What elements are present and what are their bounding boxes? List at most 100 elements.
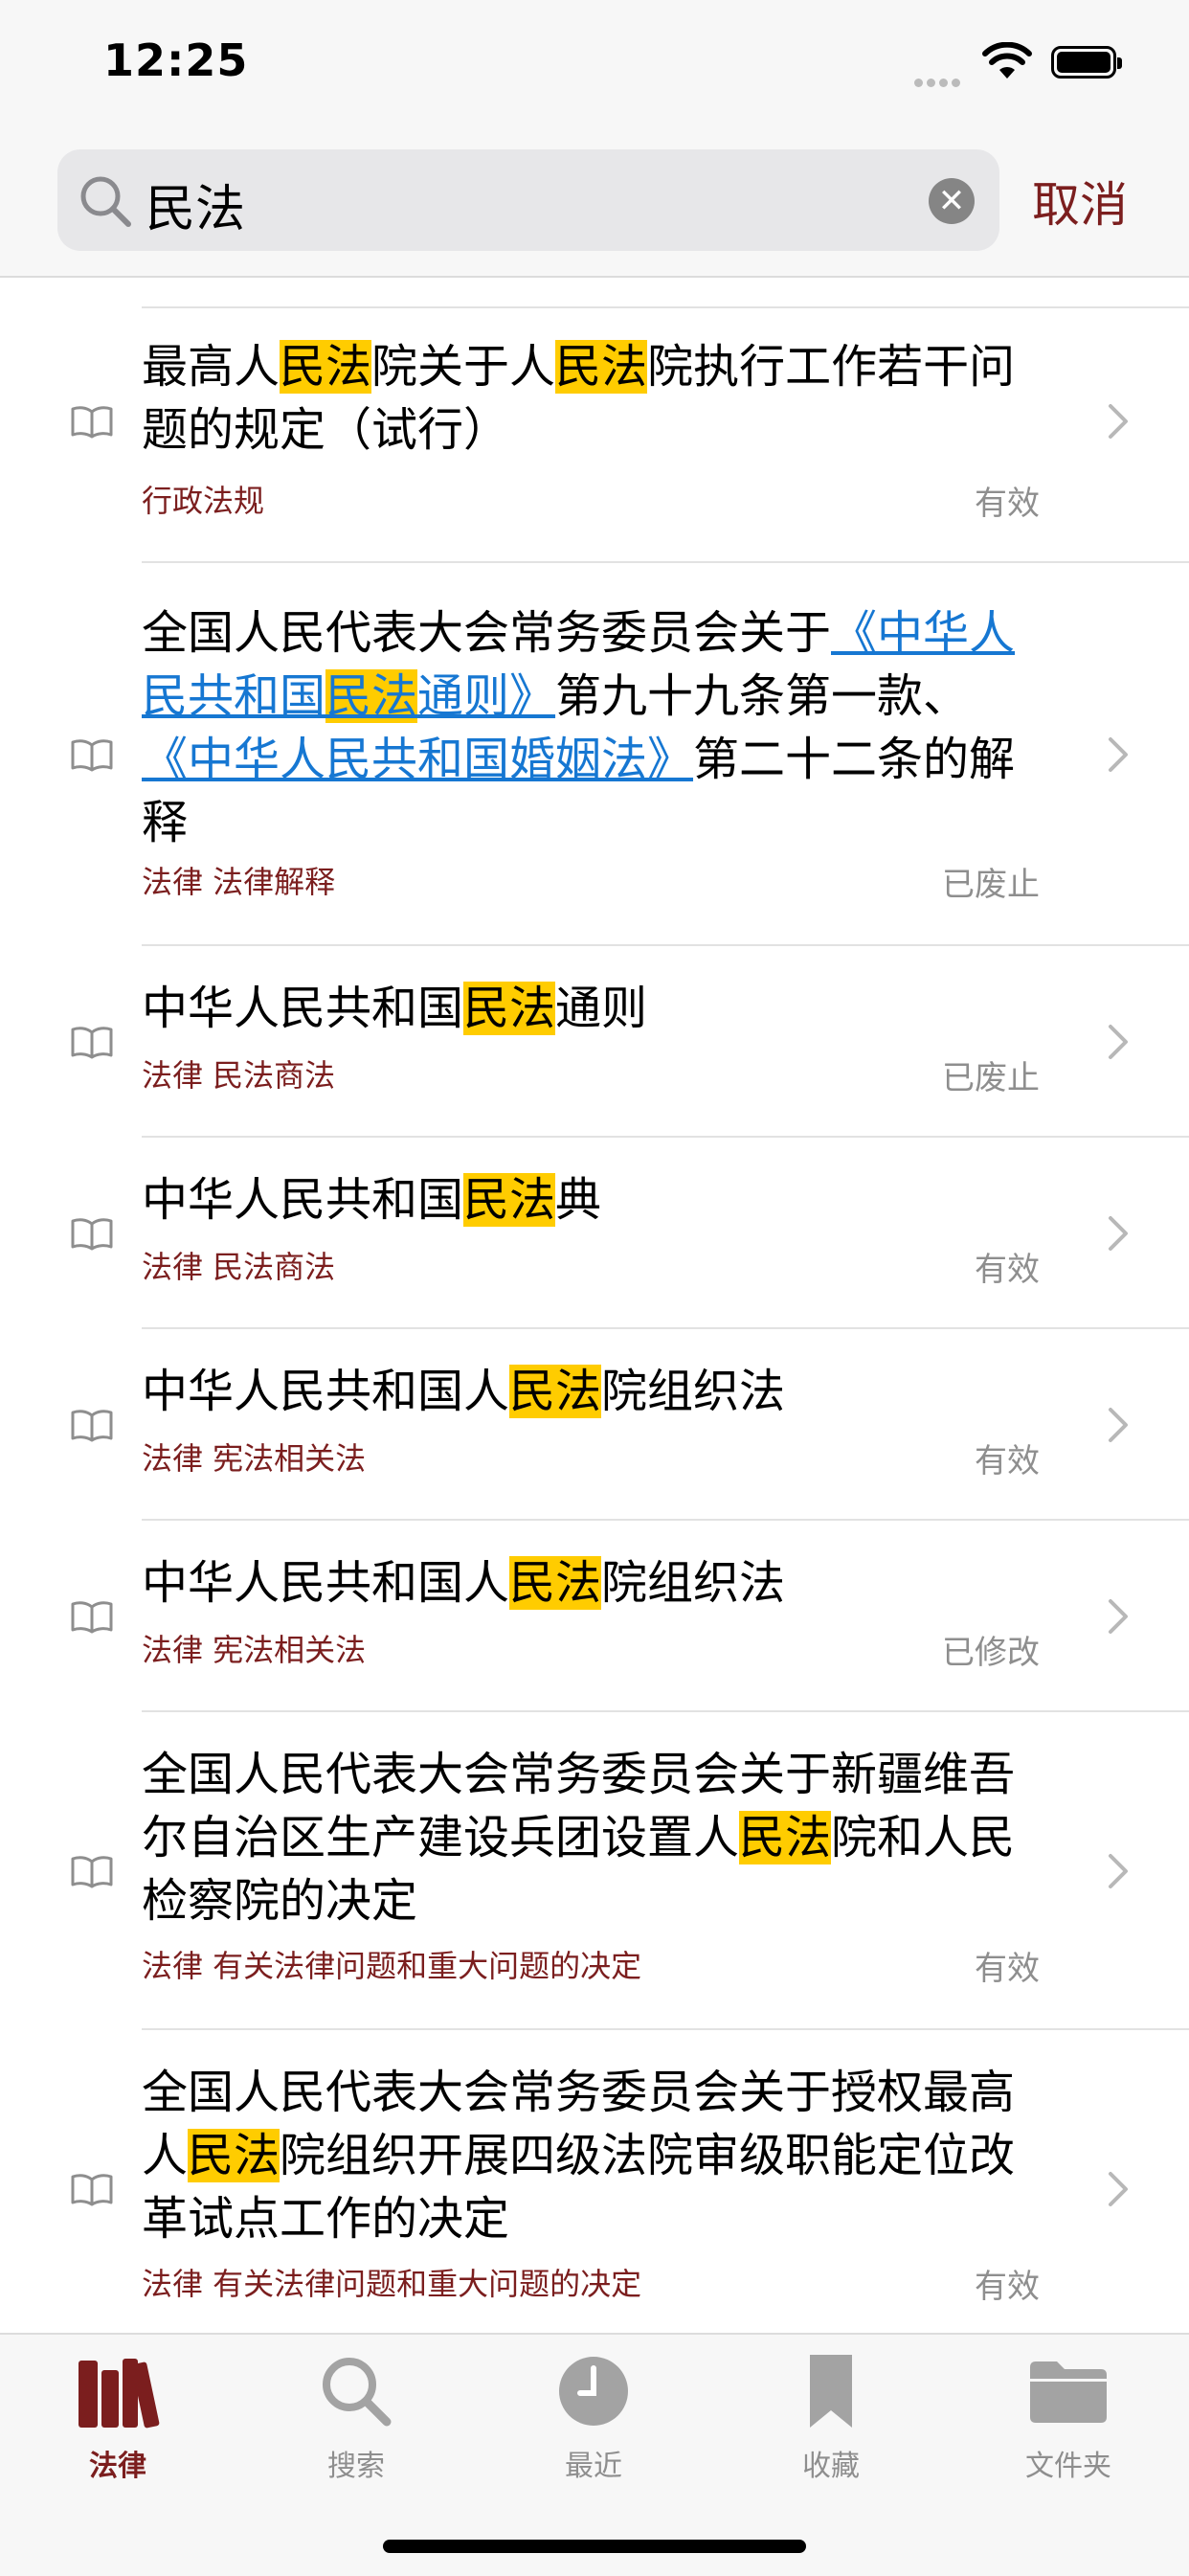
search-highlight: 民法: [280, 340, 372, 394]
clear-search-button[interactable]: ✕: [929, 178, 975, 224]
search-query: 民法: [146, 181, 246, 238]
tab-search[interactable]: 搜索: [289, 2348, 423, 2484]
chevron-right-icon: [1109, 1854, 1128, 1888]
tab-laws[interactable]: 法律: [51, 2348, 185, 2484]
title-text: 院组织法: [601, 1556, 786, 1610]
search-input[interactable]: 民法 ✕: [57, 149, 999, 251]
result-title: 最高人民法院关于人民法院执行工作若干问题的规定（试行）: [142, 335, 1038, 462]
chevron-right-icon: [1109, 737, 1128, 772]
law-link[interactable]: 通则》: [417, 669, 555, 723]
result-status: 已废止: [942, 1059, 1040, 1097]
result-status: 有效: [975, 2268, 1040, 2306]
title-text: 第九十九条第一款、: [555, 669, 970, 723]
result-status: 有效: [975, 485, 1040, 523]
tab-label: 法律: [89, 2450, 146, 2483]
title-text: 典: [555, 1173, 602, 1227]
search-highlight: 民法: [555, 340, 648, 394]
result-title: 全国人民代表大会常务委员会关于《中华人民共和国民法通则》第九十九条第一款、《中华…: [142, 601, 1038, 854]
result-row[interactable]: 全国人民代表大会常务委员会关于《中华人民共和国民法通则》第九十九条第一款、《中华…: [0, 563, 1189, 946]
results-list[interactable]: 最高人民法院关于人民法院执行工作若干问题的规定（试行） 行政法规 有效 全国人民代表大…: [0, 278, 1189, 2333]
result-row[interactable]: 全国人民代表大会常务委员会关于授权最高人民法院组织开展四级法院审级职能定位改革试…: [0, 2030, 1189, 2333]
result-status: 有效: [975, 1442, 1040, 1480]
title-text: 最高人: [142, 340, 280, 394]
cancel-button[interactable]: 取消: [1032, 167, 1128, 236]
tab-folders[interactable]: 文件夹: [1001, 2348, 1135, 2484]
status-time: 12:25: [103, 34, 249, 86]
search-bar: 民法 ✕ 取消: [0, 134, 1189, 278]
result-row[interactable]: 最高人民法院关于人民法院执行工作若干问题的规定（试行） 行政法规 有效: [0, 308, 1189, 563]
title-text: 全国人民代表大会常务委员会关于: [142, 606, 832, 660]
book-icon: [71, 1218, 113, 1251]
result-category: 法律 民法商法: [142, 1249, 336, 1285]
books-icon: [79, 2359, 160, 2429]
bookmark-icon: [810, 2355, 852, 2428]
result-status: 有效: [975, 1251, 1040, 1289]
search-highlight: 民法: [463, 982, 556, 1035]
tab-label: 搜索: [327, 2450, 385, 2483]
law-link[interactable]: 民法: [325, 669, 418, 723]
cellular-signal-icon: [914, 73, 964, 91]
result-category: 法律 有关法律问题和重大问题的决定: [142, 1948, 642, 1984]
law-link[interactable]: 《中华人民共和国婚姻法》: [142, 733, 693, 786]
result-row[interactable]: 中华人民共和国人民法院组织法法律 宪法相关法 已修改: [0, 1521, 1189, 1712]
result-title: 中华人民共和国民法通则: [142, 977, 1038, 1040]
search-highlight: 民法: [188, 2129, 280, 2182]
title-text: 院组织法: [601, 1365, 786, 1418]
tab-recent[interactable]: 最近: [527, 2348, 661, 2484]
tab-label: 收藏: [802, 2450, 860, 2483]
result-title: 中华人民共和国人民法院组织法: [142, 1551, 1038, 1615]
battery-icon: [1051, 46, 1122, 79]
search-highlight: 民法: [739, 1811, 832, 1864]
result-status: 已修改: [942, 1634, 1040, 1672]
tab-favorites[interactable]: 收藏: [764, 2348, 898, 2484]
result-title: 全国人民代表大会常务委员会关于授权最高人民法院组织开展四级法院审级职能定位改革试…: [142, 2061, 1038, 2250]
result-title: 中华人民共和国民法典: [142, 1168, 1038, 1232]
book-icon: [71, 1027, 113, 1059]
chevron-right-icon: [1109, 404, 1128, 439]
search-highlight: 民法: [509, 1556, 602, 1610]
search-highlight: 民法: [509, 1365, 602, 1418]
result-row[interactable]: 全国人民代表大会常务委员会关于新疆维吾尔自治区生产建设兵团设置人民法院和人民检察…: [0, 1712, 1189, 2030]
book-icon: [71, 406, 113, 439]
result-category: 法律 宪法相关法: [142, 1440, 367, 1477]
chevron-right-icon: [1109, 1216, 1128, 1251]
book-icon: [71, 739, 113, 772]
tab-label: 文件夹: [1025, 2450, 1111, 2483]
result-row[interactable]: 中华人民共和国民法通则法律 民法商法 已废止: [0, 946, 1189, 1138]
search-icon: [80, 176, 131, 227]
chevron-right-icon: [1109, 1408, 1128, 1442]
clock-icon: [559, 2357, 628, 2426]
title-text: 中华人民共和国人: [142, 1556, 510, 1610]
result-row[interactable]: 中华人民共和国民法典法律 民法商法 有效: [0, 1138, 1189, 1329]
wifi-icon: [982, 42, 1032, 79]
result-category: 行政法规: [142, 483, 265, 519]
tab-bar: 法律 搜索 最近 收藏 文件夹: [0, 2333, 1189, 2576]
result-category: 法律 民法商法: [142, 1057, 336, 1094]
book-icon: [71, 1601, 113, 1634]
chevron-right-icon: [1109, 1599, 1128, 1634]
result-category: 法律 有关法律问题和重大问题的决定: [142, 2266, 642, 2302]
book-icon: [71, 1410, 113, 1442]
title-text: 中华人民共和国人: [142, 1365, 510, 1418]
chevron-right-icon: [1109, 1025, 1128, 1059]
folder-icon: [1030, 2361, 1107, 2423]
status-bar: 12:25: [0, 0, 1189, 134]
result-category: 法律 法律解释: [142, 864, 336, 900]
result-title: 中华人民共和国人民法院组织法: [142, 1360, 1038, 1423]
result-status: 有效: [975, 1950, 1040, 1988]
title-text: 中华人民共和国: [142, 982, 464, 1035]
search-icon: [323, 2358, 392, 2427]
tab-label: 最近: [565, 2450, 622, 2483]
title-text: 通则: [555, 982, 648, 1035]
book-icon: [71, 2174, 113, 2206]
result-title: 全国人民代表大会常务委员会关于新疆维吾尔自治区生产建设兵团设置人民法院和人民检察…: [142, 1743, 1038, 1932]
search-highlight: 民法: [463, 1173, 556, 1227]
result-category: 法律 宪法相关法: [142, 1632, 367, 1668]
result-row[interactable]: 中华人民共和国人民法院组织法法律 宪法相关法 有效: [0, 1329, 1189, 1521]
book-icon: [71, 1856, 113, 1888]
result-status: 已废止: [942, 866, 1040, 904]
title-text: 院关于人: [371, 340, 556, 394]
chevron-right-icon: [1109, 2172, 1128, 2206]
title-text: 中华人民共和国: [142, 1173, 464, 1227]
home-indicator: [383, 2540, 806, 2553]
